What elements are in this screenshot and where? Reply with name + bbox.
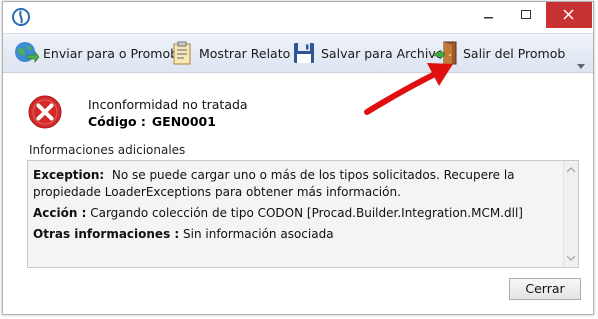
floppy-disk-icon xyxy=(294,43,314,63)
maximize-button[interactable] xyxy=(507,2,545,28)
app-logo-icon xyxy=(12,8,30,26)
scroll-up-arrow-icon[interactable] xyxy=(567,167,575,173)
toolbar: Enviar para o Promob Mostrar Relato Salv… xyxy=(3,33,593,73)
close-icon xyxy=(563,9,574,20)
additional-info-label: Informaciones adicionales xyxy=(29,143,186,157)
send-to-promob-label: Enviar para o Promob xyxy=(43,45,179,61)
minimize-icon xyxy=(484,17,493,19)
additional-info-content: Exception: No se puede cargar uno o más … xyxy=(33,167,553,247)
chevron-down-icon[interactable] xyxy=(577,64,585,70)
action-line: Acción : Cargando colección de tipo CODO… xyxy=(33,205,553,222)
error-dialog-window: Enviar para o Promob Mostrar Relato Salv… xyxy=(2,1,594,315)
error-code: Código : GEN0001 xyxy=(88,114,216,129)
exception-line: Exception: No se puede cargar uno o más … xyxy=(33,167,553,201)
exception-text: No se puede cargar uno o más de los tipo… xyxy=(33,168,515,199)
scroll-down-arrow-icon[interactable] xyxy=(567,255,575,261)
show-report-button[interactable]: Mostrar Relato xyxy=(169,38,290,68)
other-info-label: Otras informaciones : xyxy=(33,227,180,241)
exception-label: Exception: xyxy=(33,168,105,182)
exit-promob-label: Salir del Promob xyxy=(463,45,566,61)
minimize-button[interactable] xyxy=(469,2,507,28)
globe-send-icon xyxy=(15,42,39,64)
other-info-text: Sin información asociada xyxy=(183,227,334,241)
error-title: Inconformidad no tratada xyxy=(88,97,248,112)
error-code-label: Código : xyxy=(88,114,146,129)
action-label: Acción : xyxy=(33,206,87,220)
error-code-value: GEN0001 xyxy=(151,114,216,129)
vertical-scrollbar[interactable] xyxy=(563,161,578,267)
clipboard-report-icon xyxy=(173,41,191,65)
error-x-icon xyxy=(28,95,62,129)
close-button[interactable]: Cerrar xyxy=(509,278,581,300)
title-bar xyxy=(3,2,593,32)
action-text: Cargando colección de tipo CODON [Procad… xyxy=(90,206,523,220)
annotation-arrow-icon xyxy=(364,63,453,115)
close-window-button[interactable] xyxy=(546,2,592,28)
maximize-icon xyxy=(521,10,531,19)
show-report-label: Mostrar Relato xyxy=(199,45,291,61)
other-info-line: Otras informaciones : Sin información as… xyxy=(33,226,553,243)
additional-info-textbox[interactable]: Exception: No se puede cargar uno o más … xyxy=(27,160,579,268)
send-to-promob-button[interactable]: Enviar para o Promob xyxy=(13,38,178,68)
